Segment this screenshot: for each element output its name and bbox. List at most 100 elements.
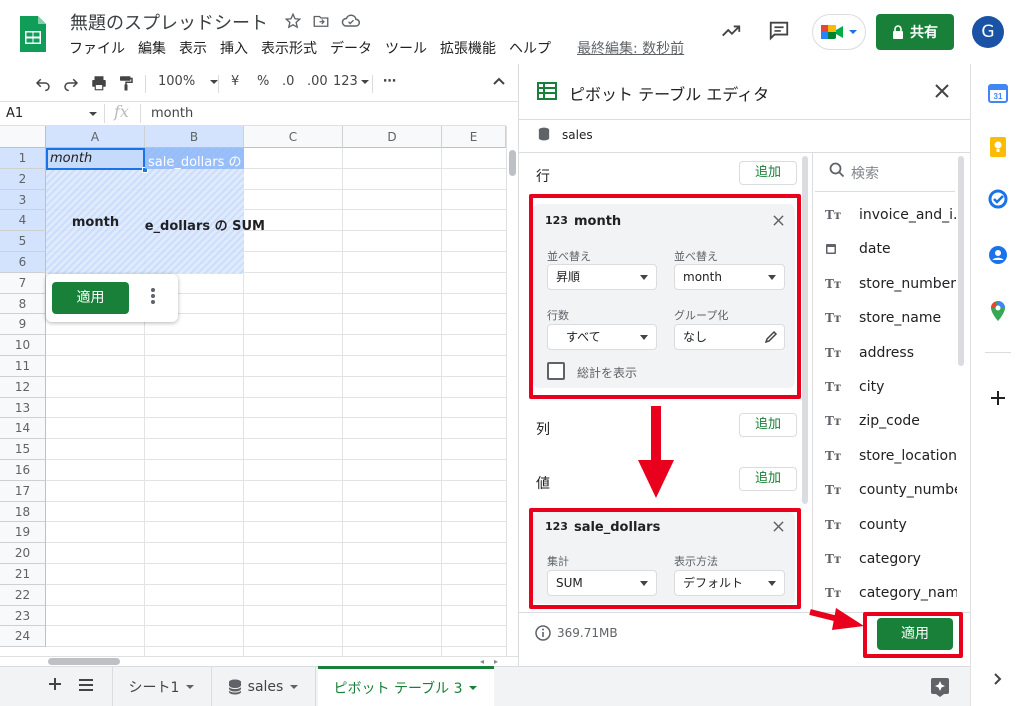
- row-header[interactable]: 15: [0, 439, 46, 460]
- redo-icon[interactable]: [62, 74, 80, 92]
- row-header[interactable]: 22: [0, 584, 46, 606]
- vertical-scroll-thumb[interactable]: [509, 150, 516, 176]
- row-header[interactable]: 11: [0, 356, 46, 377]
- star-icon[interactable]: [284, 12, 302, 30]
- maps-icon[interactable]: [989, 300, 1007, 322]
- collapse-menus-icon[interactable]: [492, 74, 506, 88]
- percent-format-button[interactable]: %: [257, 74, 269, 89]
- menu-view[interactable]: 表示: [179, 38, 207, 58]
- field-list-item[interactable]: Tт address: [817, 336, 914, 370]
- calendar-icon[interactable]: 31: [988, 83, 1008, 103]
- increase-decimal-button[interactable]: .00: [307, 74, 328, 89]
- row-header[interactable]: 3: [0, 189, 46, 211]
- column-header-e[interactable]: E: [442, 126, 506, 148]
- field-list-item[interactable]: Tт city: [817, 370, 884, 404]
- grid-apply-button[interactable]: 適用: [52, 282, 129, 314]
- more-formats-select[interactable]: 123: [333, 74, 370, 89]
- all-sheets-icon[interactable]: [78, 678, 94, 692]
- menu-file[interactable]: ファイル: [69, 38, 125, 58]
- row-header[interactable]: 24: [0, 626, 46, 648]
- row-header[interactable]: 16: [0, 460, 46, 481]
- sheet-tab-pivot[interactable]: ピボット テーブル 3: [318, 666, 494, 706]
- add-columns-button[interactable]: 追加: [739, 413, 797, 437]
- keep-icon[interactable]: [988, 136, 1008, 158]
- paint-format-icon[interactable]: [117, 74, 135, 92]
- expand-panel-icon[interactable]: [993, 672, 1003, 686]
- column-header-b[interactable]: B: [145, 126, 244, 148]
- last-edit-link[interactable]: 最終編集: 数秒前: [577, 38, 684, 58]
- scroll-left-icon[interactable]: ◂: [480, 657, 484, 666]
- cell-a1[interactable]: month: [50, 151, 92, 166]
- menu-tools[interactable]: ツール: [385, 38, 427, 58]
- row-header[interactable]: 7: [0, 272, 46, 294]
- field-list-item[interactable]: Tт county: [817, 508, 907, 542]
- sheet-tab-sales[interactable]: sales: [212, 667, 316, 706]
- decrease-decimal-button[interactable]: .0: [282, 74, 294, 89]
- activity-trend-icon[interactable]: [720, 20, 742, 42]
- row-header[interactable]: 23: [0, 605, 46, 627]
- add-addon-icon[interactable]: [990, 390, 1006, 406]
- row-header[interactable]: 5: [0, 231, 46, 252]
- data-source-range[interactable]: sales: [562, 128, 593, 142]
- field-list-item[interactable]: Tт category: [817, 542, 921, 576]
- menu-insert[interactable]: 挿入: [220, 38, 248, 58]
- select-all-corner[interactable]: [0, 126, 46, 148]
- menu-edit[interactable]: 編集: [138, 38, 166, 58]
- column-header-a[interactable]: A: [46, 126, 145, 148]
- more-vert-icon[interactable]: [150, 286, 156, 306]
- field-list-item[interactable]: Tт store_location: [817, 439, 957, 473]
- pivot-row-header[interactable]: month: [46, 215, 145, 230]
- cell-b1[interactable]: sale_dollars の SUM: [148, 151, 244, 170]
- row-header[interactable]: 19: [0, 522, 46, 544]
- sheet-tab-1[interactable]: シート1: [112, 667, 212, 706]
- editor-scroll-thumb[interactable]: [802, 156, 808, 504]
- row-header[interactable]: 9: [0, 314, 46, 336]
- menu-extensions[interactable]: 拡張機能: [440, 38, 496, 58]
- row-header[interactable]: 14: [0, 418, 46, 440]
- column-header-c[interactable]: C: [244, 126, 343, 148]
- explore-icon[interactable]: [930, 677, 950, 697]
- meet-button[interactable]: [812, 14, 866, 50]
- add-values-button[interactable]: 追加: [739, 467, 797, 491]
- menu-help[interactable]: ヘルプ: [509, 38, 551, 58]
- comment-icon[interactable]: [768, 19, 790, 41]
- sheets-logo-icon[interactable]: [18, 14, 48, 54]
- menu-format[interactable]: 表示形式: [261, 38, 317, 58]
- zoom-select[interactable]: 100%: [158, 74, 219, 89]
- column-header-d[interactable]: D: [343, 126, 442, 148]
- contacts-icon[interactable]: [988, 245, 1008, 265]
- menu-data[interactable]: データ: [330, 38, 372, 58]
- field-list-item[interactable]: Tт invoice_and_i...: [817, 198, 957, 232]
- name-box[interactable]: A1: [6, 106, 98, 122]
- print-icon[interactable]: [90, 74, 108, 92]
- field-list-item[interactable]: Tт store_name: [817, 301, 941, 335]
- account-avatar[interactable]: G: [972, 16, 1004, 48]
- row-header[interactable]: 18: [0, 501, 46, 523]
- close-panel-icon[interactable]: [935, 84, 949, 98]
- field-list-item[interactable]: Tт county_number: [817, 473, 957, 507]
- currency-format-button[interactable]: ¥: [231, 74, 239, 89]
- grid-vertical-scrollbar[interactable]: [506, 126, 518, 656]
- pivot-value-header[interactable]: sale_dollars の SUM: [145, 215, 265, 234]
- row-header[interactable]: 12: [0, 376, 46, 398]
- row-header[interactable]: 21: [0, 564, 46, 585]
- undo-icon[interactable]: [34, 74, 52, 92]
- field-search-input[interactable]: 検索: [851, 163, 879, 183]
- row-header[interactable]: 17: [0, 480, 46, 502]
- spreadsheet-grid[interactable]: A B C D E 1 2 3 4 5 6 7 8 9 10 11 12 13 14 15 16 17 18 19 2…: [0, 126, 506, 656]
- document-title[interactable]: 無題のスプレッドシート: [70, 9, 268, 35]
- horizontal-scroll-thumb[interactable]: [48, 658, 120, 665]
- row-header[interactable]: 4: [0, 210, 46, 232]
- row-header[interactable]: 6: [0, 252, 46, 273]
- share-button[interactable]: 共有: [876, 14, 954, 50]
- grid-horizontal-scrollbar[interactable]: ◂ ▸: [0, 656, 518, 666]
- field-list-item[interactable]: date: [817, 232, 891, 266]
- field-list-scroll-thumb[interactable]: [958, 156, 964, 366]
- formula-input[interactable]: month: [151, 106, 193, 121]
- add-sheet-icon[interactable]: [48, 677, 62, 691]
- scroll-right-icon[interactable]: ▸: [494, 657, 498, 666]
- row-header[interactable]: 10: [0, 335, 46, 356]
- more-toolbar-button[interactable]: ⋯: [383, 74, 396, 89]
- row-header[interactable]: 8: [0, 293, 46, 315]
- row-header[interactable]: 13: [0, 397, 46, 419]
